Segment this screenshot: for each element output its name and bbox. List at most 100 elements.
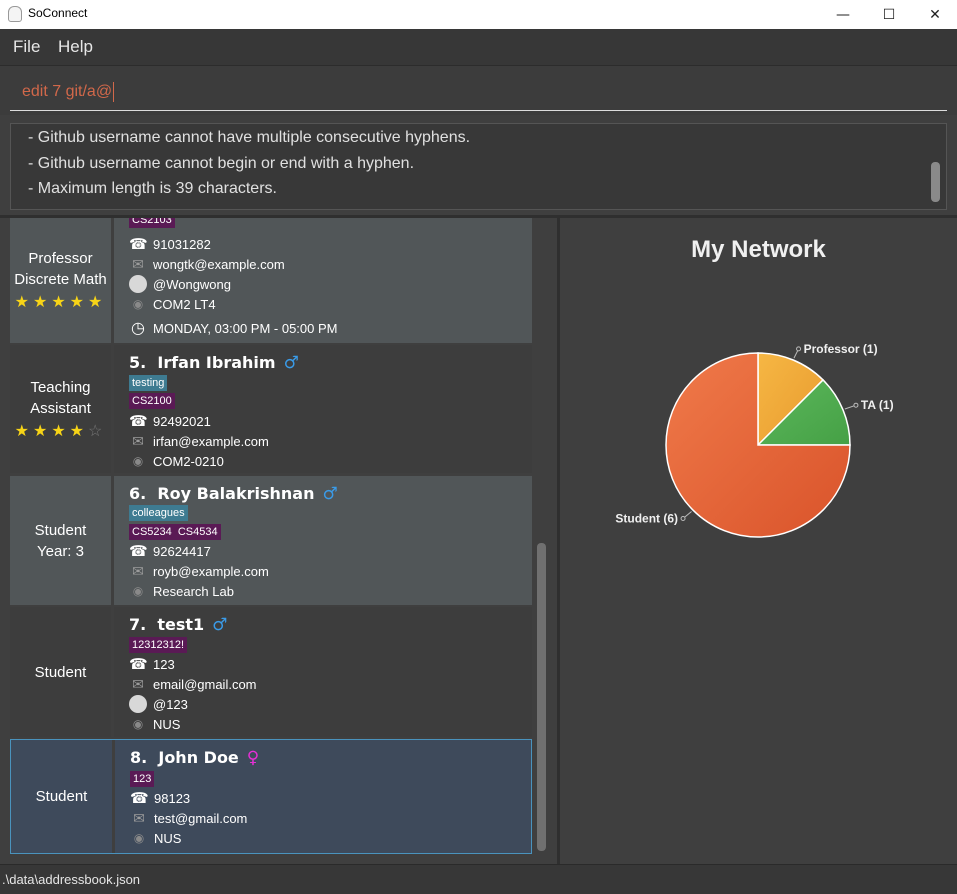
result-line: - Github username cannot begin or end wi…	[28, 155, 415, 172]
rating-stars: ★★★★☆	[14, 422, 107, 440]
app-icon	[8, 6, 22, 22]
contact-card[interactable]: Student 7. test1 ♂ 12312312! ☎ 123 ✉ email@…	[10, 607, 532, 737]
tag: 123	[130, 771, 155, 787]
menu-help[interactable]: Help	[58, 37, 93, 57]
phone-icon: ☎	[129, 236, 148, 253]
command-input[interactable]: edit 7 git/a@	[10, 74, 947, 111]
minimize-button[interactable]: —	[820, 0, 866, 29]
list-scrollbar[interactable]	[537, 543, 546, 851]
category-label: Professor	[28, 250, 93, 267]
contact-name: 6. Roy Balakrishnan ♂	[129, 484, 338, 504]
address-row: ◉ NUS	[129, 714, 181, 734]
contact-name: 7. test1 ♂	[129, 615, 228, 635]
command-text: edit 7 git/a@	[22, 83, 113, 101]
window-titlebar: SoConnect — ☐ ✕	[0, 0, 957, 29]
phone-row: ☎ 92624417	[129, 543, 211, 560]
rating-stars: ★★★★★	[14, 294, 107, 311]
contact-name: 8. John Doe ♀	[130, 748, 260, 768]
contact-card[interactable]: Professor Discrete Math ★★★★★ CS2103 ☎ 91…	[10, 218, 532, 343]
result-line: - Github username cannot have multiple c…	[28, 129, 471, 146]
result-display[interactable]: - Github username cannot have multiple c…	[10, 123, 947, 210]
category-label: Teaching	[30, 378, 91, 396]
category-sublabel: Year: 3	[37, 542, 84, 560]
status-bar: .\data\addressbook.json	[0, 864, 957, 894]
contact-category: Professor Discrete Math ★★★★★	[10, 218, 111, 343]
male-icon: ♂	[283, 353, 299, 373]
contact-category: Student	[10, 607, 111, 737]
command-area: edit 7 git/a@	[0, 65, 957, 115]
email-row: ✉ test@gmail.com	[130, 808, 247, 828]
maximize-button[interactable]: ☐	[866, 0, 912, 29]
timeslot-row: ◷ MONDAY, 03:00 PM - 05:00 PM	[129, 318, 337, 338]
contact-category: Teaching Assistant ★★★★☆	[10, 345, 111, 473]
category-label: Student	[34, 663, 87, 681]
address-row: ◉ Research Lab	[129, 581, 234, 601]
female-icon: ♀	[246, 748, 260, 768]
pie-label-dot	[680, 516, 686, 522]
chart-title: My Network	[691, 236, 826, 263]
tag: colleagues	[129, 505, 188, 521]
phone-icon: ☎	[129, 543, 148, 560]
github-icon	[129, 695, 147, 713]
result-scrollbar[interactable]	[931, 162, 940, 202]
envelope-icon: ✉	[132, 255, 144, 272]
envelope-icon: ✉	[132, 562, 144, 579]
menu-bar: File Help	[0, 29, 957, 65]
phone-icon: ☎	[129, 413, 148, 430]
phone-icon: ☎	[129, 656, 148, 673]
contact-category: Student	[11, 740, 112, 853]
phone-row: ☎ 123	[129, 656, 175, 673]
email-row: ✉ wongtk@example.com	[129, 254, 285, 274]
contact-category: Student Year: 3	[10, 476, 111, 605]
location-pin-icon: ◉	[132, 297, 144, 311]
file-path: .\data\addressbook.json	[2, 872, 141, 887]
pie-label: Professor (1)	[804, 342, 878, 356]
window-title: SoConnect	[28, 6, 88, 20]
envelope-icon: ✉	[132, 432, 144, 449]
github-row: @Wongwong	[129, 274, 231, 294]
email-row: ✉ email@gmail.com	[129, 674, 256, 694]
address-row: ◉ COM2-0210	[129, 451, 224, 471]
network-chart-panel: My Network Professor (1) TA (1) Student (6…	[560, 218, 957, 864]
male-icon: ♂	[322, 484, 338, 504]
tag: CS2100	[129, 393, 175, 409]
envelope-icon: ✉	[133, 809, 145, 826]
phone-icon: ☎	[130, 790, 149, 807]
envelope-icon: ✉	[132, 675, 144, 692]
tag: CS2103	[129, 218, 175, 228]
result-line: - Maximum length is 39 characters.	[28, 180, 277, 197]
github-row: @123	[129, 694, 188, 714]
location-pin-icon: ◉	[133, 831, 145, 845]
category-sublabel: Discrete Math	[14, 271, 107, 288]
pie-label-dot	[853, 402, 859, 408]
category-label: Student	[35, 788, 88, 805]
tag: 12312312!	[129, 637, 187, 653]
email-row: ✉ royb@example.com	[129, 561, 269, 581]
email-row: ✉ irfan@example.com	[129, 431, 269, 451]
clock-icon: ◷	[131, 320, 145, 337]
address-row: ◉ NUS	[130, 828, 182, 848]
tag: testing	[129, 375, 168, 391]
contact-card[interactable]: Teaching Assistant ★★★★☆ 5. Irfan Ibrahi…	[10, 345, 532, 473]
phone-row: ☎ 91031282	[129, 236, 211, 253]
github-icon	[129, 275, 147, 293]
pie-label-dot	[796, 346, 802, 352]
text-caret	[113, 82, 115, 102]
pie-label: TA (1)	[861, 398, 894, 412]
phone-row: ☎ 98123	[130, 790, 191, 807]
close-button[interactable]: ✕	[912, 0, 957, 29]
location-pin-icon: ◉	[132, 717, 144, 731]
contact-name: 5. Irfan Ibrahim ♂	[129, 353, 299, 373]
contact-card[interactable]: Student Year: 3 6. Roy Balakrishnan ♂ col…	[10, 476, 532, 605]
phone-row: ☎ 92492021	[129, 413, 211, 430]
location-pin-icon: ◉	[132, 584, 144, 598]
pie-chart: Professor (1) TA (1) Student (6)	[615, 342, 894, 538]
contact-list[interactable]: Professor Discrete Math ★★★★★ CS2103 ☎ 91…	[0, 218, 557, 864]
contact-card-selected[interactable]: Student 8. John Doe ♀ 123 ☎ 98123 ✉ test@gm…	[10, 739, 532, 854]
tag: CS5234 CS4534	[129, 524, 221, 540]
pie-label: Student (6)	[615, 512, 678, 526]
male-icon: ♂	[212, 615, 228, 635]
menu-file[interactable]: File	[13, 37, 40, 57]
location-pin-icon: ◉	[132, 454, 144, 468]
address-row: ◉ COM2 LT4	[129, 294, 216, 314]
